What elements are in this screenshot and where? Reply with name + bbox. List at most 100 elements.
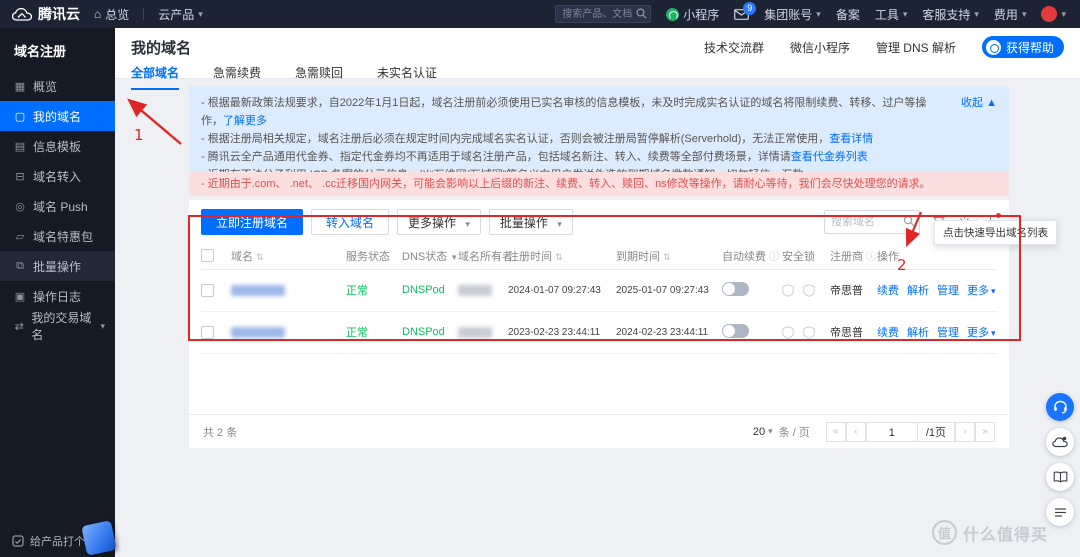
more-link[interactable]: 更多 — [967, 327, 989, 339]
topbar-search[interactable] — [555, 5, 652, 23]
link-learn-more[interactable]: 了解更多 — [223, 115, 267, 127]
page-header: 我的域名 技术交流群 微信小程序 管理 DNS 解析 获得帮助 全部域名 急需续… — [115, 28, 1080, 90]
domain-icon: ▢ — [14, 110, 26, 123]
tab-renew-urgent[interactable]: 急需续费 — [213, 64, 261, 90]
sidebar-item-transfer-in[interactable]: ⊟ 域名转入 — [0, 161, 115, 191]
nav-group-account[interactable]: 集团账号 ▾ — [764, 6, 821, 23]
sidebar-item-operation-log[interactable]: ▣ 操作日志 — [0, 281, 115, 311]
sidebar-item-my-trading-domains[interactable]: ⇄ 我的交易域名 ▾ — [0, 311, 115, 342]
manage-link[interactable]: 管理 — [937, 285, 959, 297]
floating-toolbar — [1046, 393, 1074, 526]
batch-actions-button[interactable]: 批量操作 ▾ — [488, 209, 573, 235]
annotation-arrow-1 — [127, 98, 182, 145]
copy-icon: ⧉ — [16, 259, 24, 272]
cloud-assistant-button[interactable] — [1046, 428, 1074, 456]
auto-renew-toggle[interactable] — [722, 281, 749, 296]
topbar: 腾讯云 ⌂ 总览 云产品 ▾ 小程序 9 — [0, 0, 1080, 28]
update-lock-icon[interactable] — [803, 283, 815, 297]
domain-search[interactable] — [824, 210, 920, 234]
next-page-button[interactable]: › — [955, 421, 975, 442]
link-manage-dns[interactable]: 管理 DNS 解析 — [876, 39, 956, 56]
nav-support[interactable]: 客服支持 ▾ — [922, 6, 979, 23]
chevron-down-icon: ▾ — [1061, 8, 1066, 19]
chevron-down-icon: ▾ — [816, 8, 821, 19]
sidebar-item-my-domains[interactable]: ▢ 我的域名 — [0, 101, 115, 131]
page-title: 我的域名 — [131, 39, 192, 57]
chevron-down-icon: ▾ — [198, 8, 203, 19]
home-icon: ⌂ — [94, 7, 102, 21]
transfer-lock-icon[interactable] — [782, 283, 794, 297]
nav-tools[interactable]: 工具 ▾ — [875, 6, 908, 23]
nav-mini-program[interactable]: 小程序 — [666, 6, 719, 23]
update-lock-icon[interactable] — [803, 325, 815, 339]
sidebar-item-overview[interactable]: ▦ 概览 — [0, 71, 115, 101]
resolve-link[interactable]: 解析 — [907, 327, 929, 339]
page-size-select[interactable]: 20 ▾ — [753, 426, 773, 438]
pagination: 共 2 条 20 ▾ 条 / 页 « ‹ 1 /1页 › » — [189, 414, 1009, 448]
push-icon: ◎ — [15, 200, 25, 213]
more-link[interactable]: 更多 — [967, 285, 989, 297]
sort-icon[interactable]: ⇅ — [663, 252, 671, 262]
notice-line: - 根据注册局相关规定，域名注册后必须在规定时间内完成域名实名认证，否则会被注册… — [201, 133, 874, 145]
divider — [143, 8, 145, 20]
nav-billing[interactable]: 费用 ▾ — [994, 6, 1027, 23]
select-all-checkbox[interactable] — [201, 249, 214, 263]
sidebar-item-info-template[interactable]: ▤ 信息模板 — [0, 131, 115, 161]
registrar: 帝思普 — [830, 311, 877, 354]
domain-owner-redacted — [458, 326, 492, 338]
nav-products[interactable]: 云产品 ▾ — [158, 6, 203, 23]
domain-name-redacted[interactable] — [231, 326, 285, 338]
domain-owner-redacted — [458, 284, 492, 296]
nav-beian[interactable]: 备案 — [836, 6, 860, 23]
sort-icon[interactable]: ⇅ — [555, 252, 563, 262]
rate-product[interactable]: 给产品打个分 — [0, 520, 117, 556]
survey-button[interactable] — [1046, 498, 1074, 526]
link-wechat-miniprogram[interactable]: 微信小程序 — [790, 39, 850, 56]
first-page-button[interactable]: « — [825, 421, 846, 442]
table-empty-area — [189, 354, 1009, 415]
table-row: 正常 DNSPod 2024-01-07 09:27:43 2025-01-07… — [201, 269, 997, 312]
documentation-button[interactable] — [1046, 463, 1074, 491]
row-checkbox[interactable] — [201, 325, 214, 339]
last-page-button[interactable]: » — [975, 421, 995, 442]
brand[interactable]: 腾讯云 — [12, 4, 80, 24]
more-actions-button[interactable]: 更多操作 ▾ — [397, 209, 481, 235]
prev-page-button[interactable]: ‹ — [845, 421, 866, 442]
account-menu[interactable]: ▾ — [1041, 6, 1066, 22]
domain-panel: 立即注册域名 转入域名 更多操作 ▾ 批量操作 ▾ 搜索域名 域名 ⇅ 服务状态… — [189, 200, 1009, 448]
tab-not-verified[interactable]: 未实名认证 — [377, 64, 437, 90]
link-view-details[interactable]: 查看详情 — [829, 133, 873, 145]
ticket-icon: ▱ — [15, 230, 25, 243]
row-checkbox[interactable] — [201, 283, 214, 297]
sort-icon[interactable]: ⇅ — [256, 252, 264, 262]
tab-redeem-urgent[interactable]: 急需赎回 — [295, 64, 343, 90]
customer-service-button[interactable] — [1046, 393, 1074, 421]
get-help-button[interactable]: 获得帮助 — [981, 36, 1064, 58]
export-tooltip: 点击快速导出域名列表 — [934, 215, 1057, 245]
link-tech-group[interactable]: 技术交流群 — [704, 39, 764, 56]
table-row: 正常 DNSPod 2023-02-23 23:44:11 2024-02-23… — [201, 311, 997, 354]
nav-messages[interactable]: 9 — [734, 1, 757, 20]
manage-link[interactable]: 管理 — [937, 327, 959, 339]
transfer-domain-button[interactable]: 转入域名 — [311, 209, 390, 235]
domain-name-redacted[interactable] — [231, 284, 285, 296]
transfer-lock-icon[interactable] — [782, 325, 794, 339]
info-icon[interactable]: ⓘ — [769, 252, 779, 263]
info-icon[interactable]: ⓘ — [866, 252, 876, 263]
sidebar-item-domain-push[interactable]: ◎ 域名 Push — [0, 191, 115, 221]
resolve-link[interactable]: 解析 — [907, 285, 929, 297]
register-domain-button[interactable]: 立即注册域名 — [201, 209, 304, 235]
chevron-down-icon: ▾ — [902, 8, 908, 19]
auto-renew-toggle[interactable] — [722, 323, 749, 338]
renew-link[interactable]: 续费 — [877, 327, 899, 339]
collapse-notice-link[interactable]: 收起 ▲ — [961, 94, 997, 112]
renew-link[interactable]: 续费 — [877, 285, 899, 297]
sidebar-item-discount-package[interactable]: ▱ 域名特惠包 — [0, 221, 115, 251]
registered-time: 2023-02-23 23:44:11 — [508, 311, 616, 354]
current-page-input[interactable]: 1 — [865, 421, 918, 442]
nav-overview[interactable]: ⌂ 总览 — [94, 6, 129, 23]
tab-all-domains[interactable]: 全部域名 — [131, 64, 180, 90]
link-voucher-list[interactable]: 查看代金券列表 — [791, 151, 868, 163]
grid-icon: ▦ — [14, 80, 26, 93]
sidebar-item-batch-operations[interactable]: ⧉ 批量操作 — [0, 251, 115, 281]
